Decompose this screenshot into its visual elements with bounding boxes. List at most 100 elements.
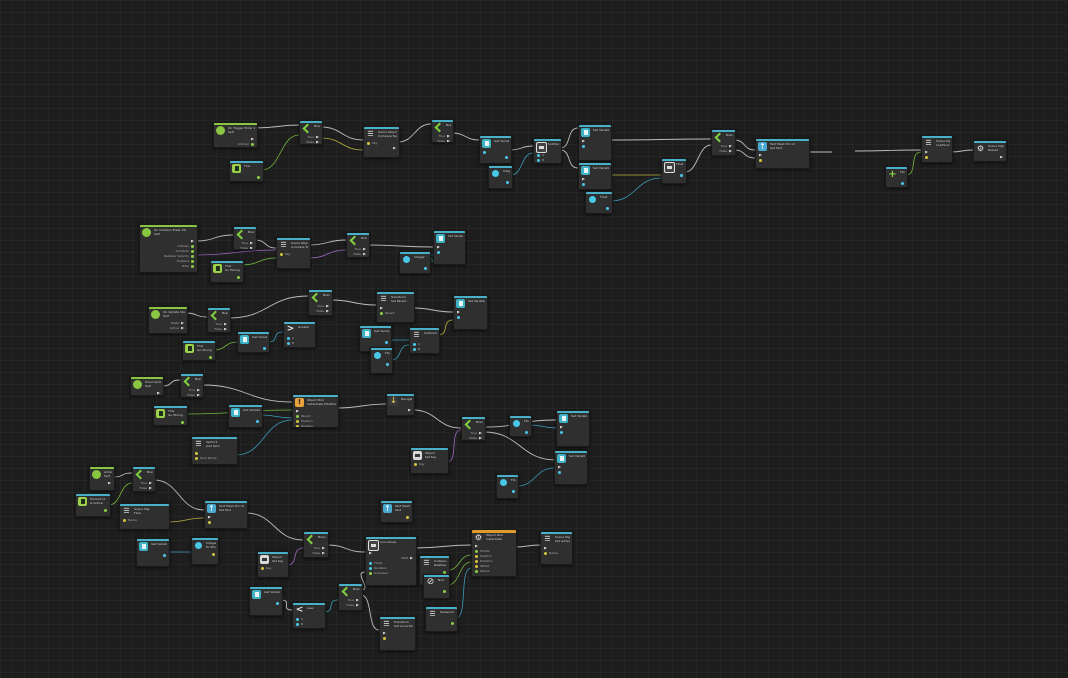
flow-port-icon[interactable]	[316, 135, 319, 139]
graph-canvas[interactable]: On Trigger Enter 2D Self Collider Branch Tr…	[0, 0, 1068, 678]
graph-node-n4[interactable]: Branch TrueFalse	[431, 119, 454, 143]
flow-port-icon[interactable]	[157, 391, 160, 395]
value-port-icon[interactable]	[413, 342, 416, 346]
graph-node-n54[interactable]: Text Mesh P Text	[380, 500, 413, 523]
graph-node-n62[interactable]: Spawned	[425, 606, 458, 632]
graph-node-n52[interactable]: Scene Mgr Flow Name	[119, 503, 170, 530]
graph-node-n51[interactable]: Product Id Is Active	[75, 493, 111, 517]
flow-port-icon[interactable]	[729, 144, 732, 148]
value-port-icon[interactable]	[296, 419, 299, 423]
graph-node-n49[interactable]: Activate Self	[89, 466, 115, 491]
graph-node-n28[interactable]: Get Variable	[237, 331, 270, 353]
value-port-icon[interactable]	[276, 601, 279, 605]
value-port-icon[interactable]	[263, 346, 266, 350]
value-port-icon[interactable]	[296, 617, 299, 621]
flow-port-icon[interactable]	[479, 431, 482, 435]
value-port-icon[interactable]	[483, 150, 486, 154]
graph-node-n59[interactable]: Coroutines Wait Timer Duration Unscaled	[365, 536, 417, 586]
value-port-icon[interactable]	[191, 249, 194, 253]
value-port-icon[interactable]	[380, 311, 383, 315]
flow-port-icon[interactable]	[925, 150, 928, 154]
value-port-icon[interactable]	[537, 158, 540, 162]
graph-node-n46[interactable]: Set Variable	[556, 410, 590, 447]
value-port-icon[interactable]	[104, 508, 107, 512]
flow-port-icon[interactable]	[251, 137, 254, 141]
value-port-icon[interactable]	[451, 621, 454, 625]
value-port-icon[interactable]	[558, 470, 561, 474]
graph-node-n31[interactable]: Transform Set Parent Parent	[376, 291, 415, 323]
value-port-icon[interactable]	[525, 430, 528, 434]
graph-node-n10[interactable]: Branch TrueFalse	[711, 129, 736, 156]
graph-node-n2[interactable]: Branch TrueFalse	[299, 120, 323, 145]
graph-node-n19[interactable]: Branch TrueFalse	[233, 226, 257, 250]
value-port-icon[interactable]	[256, 419, 259, 423]
value-port-icon[interactable]	[296, 424, 299, 427]
flow-port-icon[interactable]	[326, 309, 329, 313]
value-port-icon[interactable]	[212, 552, 215, 556]
flow-port-icon[interactable]	[224, 327, 227, 331]
graph-node-n41[interactable]: Object Pool Instantiate (Multimedia) Pare…	[292, 394, 339, 428]
graph-node-n6[interactable]: Subtract AB	[533, 138, 562, 164]
graph-node-n64[interactable]: Scene Mgr Set Active Name	[540, 531, 573, 565]
flow-port-icon[interactable]	[356, 598, 359, 602]
graph-node-n24[interactable]: This Go Wrong	[210, 260, 244, 283]
graph-node-n16[interactable]: Float	[885, 166, 908, 188]
value-port-icon[interactable]	[195, 451, 198, 455]
graph-node-n25[interactable]: On Update Step Self DeltaActive	[148, 306, 188, 334]
flow-port-icon[interactable]	[475, 544, 478, 548]
value-port-icon[interactable]	[537, 153, 540, 157]
graph-node-n34[interactable]: Subtract AB	[409, 327, 440, 354]
flow-port-icon[interactable]	[191, 239, 194, 243]
value-port-icon[interactable]	[680, 173, 683, 177]
graph-node-n66[interactable]: Less AB	[292, 602, 326, 629]
flow-port-icon[interactable]	[326, 304, 329, 308]
graph-node-n9[interactable]: Float	[661, 158, 687, 184]
value-port-icon[interactable]	[582, 182, 585, 186]
value-port-icon[interactable]	[424, 266, 427, 270]
graph-node-n32[interactable]: Set Variable	[453, 295, 488, 330]
graph-node-n30[interactable]: Branch TrueFalse	[308, 289, 333, 316]
value-port-icon[interactable]	[414, 462, 417, 466]
value-port-icon[interactable]	[386, 362, 389, 366]
flow-port-icon[interactable]	[108, 481, 111, 485]
graph-node-n44[interactable]: Object Set Key Key	[410, 447, 449, 474]
value-port-icon[interactable]	[163, 553, 166, 557]
graph-node-n8[interactable]: Set Variable	[578, 162, 612, 190]
value-port-icon[interactable]	[367, 141, 370, 145]
graph-node-n26[interactable]: Branch TrueFalse	[207, 307, 231, 333]
value-port-icon[interactable]	[437, 250, 440, 254]
value-port-icon[interactable]	[191, 259, 194, 263]
flow-port-icon[interactable]	[380, 306, 383, 310]
flow-port-icon[interactable]	[296, 409, 299, 413]
graph-node-n56[interactable]: Integer To String	[191, 537, 219, 565]
value-port-icon[interactable]	[237, 275, 240, 279]
graph-node-n43[interactable]: Branch TrueFalse	[461, 416, 486, 441]
value-port-icon[interactable]	[296, 414, 299, 418]
graph-node-n61[interactable]: Null	[423, 574, 450, 599]
value-port-icon[interactable]	[257, 175, 260, 179]
flow-port-icon[interactable]	[457, 310, 460, 314]
value-port-icon[interactable]	[209, 355, 212, 359]
flow-port-icon[interactable]	[369, 551, 372, 555]
value-port-icon[interactable]	[191, 244, 194, 248]
graph-node-n21[interactable]: Branch TrueFalse	[346, 232, 370, 258]
graph-node-n29[interactable]: Greater AB	[283, 321, 316, 348]
value-port-icon[interactable]	[385, 340, 388, 344]
graph-node-n45[interactable]: Float	[509, 415, 532, 437]
value-port-icon[interactable]	[475, 554, 478, 558]
value-port-icon[interactable]	[512, 489, 515, 493]
value-port-icon[interactable]	[475, 569, 478, 573]
value-port-icon[interactable]	[369, 571, 372, 575]
flow-port-icon[interactable]	[208, 515, 211, 519]
flow-port-icon[interactable]	[363, 247, 366, 251]
value-port-icon[interactable]	[406, 515, 409, 519]
value-port-icon[interactable]	[195, 456, 198, 460]
graph-node-n42[interactable]: Navigation	[386, 393, 415, 416]
flow-port-icon[interactable]	[544, 546, 547, 550]
value-port-icon[interactable]	[251, 142, 254, 146]
graph-node-n36[interactable]: Fixed Update Self	[130, 376, 164, 396]
graph-node-n50[interactable]: Branch TrueFalse	[132, 466, 156, 492]
value-port-icon[interactable]	[925, 155, 928, 159]
flow-port-icon[interactable]	[322, 551, 325, 555]
value-port-icon[interactable]	[123, 518, 126, 522]
